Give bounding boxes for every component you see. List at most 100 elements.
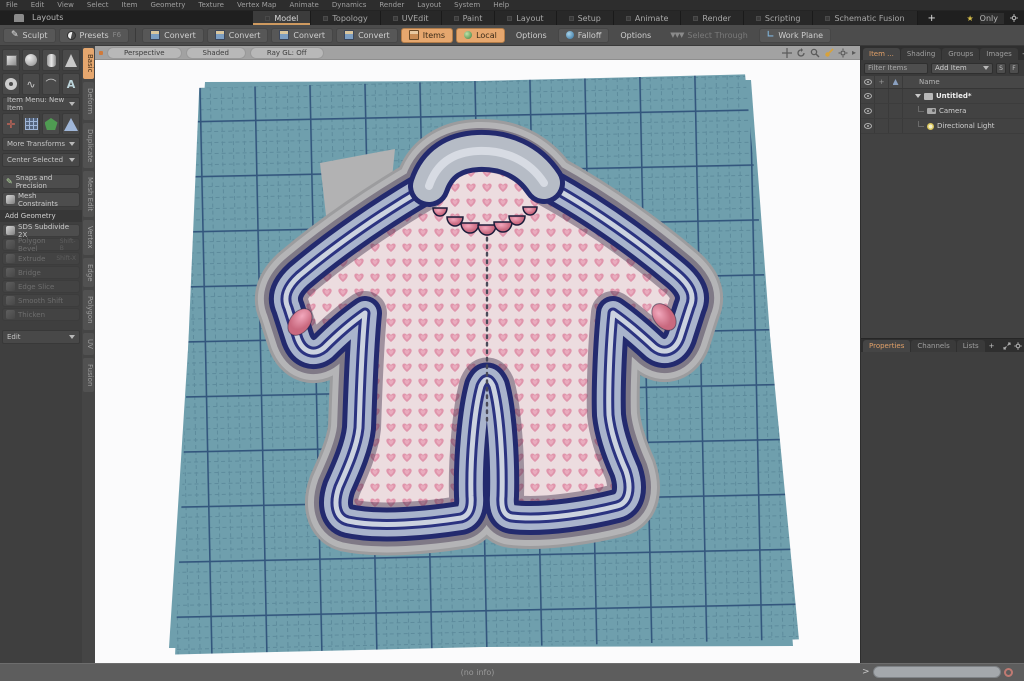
tab-topology[interactable]: Topology xyxy=(311,11,381,25)
menu-help[interactable]: Help xyxy=(493,1,509,9)
disclosure-icon[interactable] xyxy=(915,94,921,98)
raygl-dropdown[interactable]: Ray GL: Off xyxy=(249,46,324,59)
tab-scripting[interactable]: Scripting xyxy=(743,11,814,25)
action-center-button[interactable]: ✛ xyxy=(2,113,20,135)
tool-edge-slice[interactable]: Edge Slice xyxy=(2,280,80,293)
menu-dynamics[interactable]: Dynamics xyxy=(332,1,367,9)
tab-setup[interactable]: Setup xyxy=(556,11,614,25)
tab-item-list[interactable]: Item ... xyxy=(863,47,900,60)
edit-dropdown[interactable]: Edit xyxy=(2,330,80,344)
perspective-dropdown[interactable]: Perspective xyxy=(107,46,182,59)
items-mode-button[interactable]: Items xyxy=(400,27,454,43)
tool-sds-subdivide[interactable]: SDS Subdivide 2X xyxy=(2,223,80,239)
eye-icon[interactable] xyxy=(863,123,872,129)
tab-render[interactable]: Render xyxy=(681,11,744,25)
eye-icon[interactable] xyxy=(863,108,872,114)
vtab-fusion[interactable]: Fusion xyxy=(83,357,94,393)
menu-edit[interactable]: Edit xyxy=(31,1,45,9)
shading-mode-dropdown[interactable]: Shaded xyxy=(185,46,246,59)
cookie-cutter-model[interactable] xyxy=(283,149,692,524)
add-item-dropdown[interactable]: Add Item xyxy=(931,62,993,74)
layouts-button[interactable]: Layouts xyxy=(30,11,73,25)
menu-geometry[interactable]: Geometry xyxy=(150,1,185,9)
tab-model[interactable]: Model xyxy=(253,11,312,25)
text-tool-button[interactable]: A xyxy=(62,73,80,95)
more-transforms-dropdown[interactable]: More Transforms xyxy=(2,137,80,151)
f-button[interactable]: F xyxy=(1009,62,1019,74)
command-input[interactable] xyxy=(872,666,1001,678)
curve-tool-button[interactable]: ⌒ xyxy=(42,73,60,95)
sculpt-button[interactable]: ✎ Sculpt xyxy=(3,27,56,43)
vtab-polygon[interactable]: Polygon xyxy=(83,290,94,330)
menu-layout[interactable]: Layout xyxy=(417,1,441,9)
polygon-tool-button[interactable] xyxy=(42,113,60,135)
menu-file[interactable]: File xyxy=(6,1,18,9)
vtab-vertex[interactable]: Vertex xyxy=(83,220,94,255)
key-icon[interactable] xyxy=(824,47,834,58)
only-toggle[interactable]: Only xyxy=(979,12,1004,24)
convert-button-2[interactable]: Convert xyxy=(206,27,269,43)
record-ring-icon[interactable] xyxy=(1003,667,1013,677)
primitive-sphere-button[interactable] xyxy=(22,49,40,71)
tab-channels[interactable]: Channels xyxy=(911,340,956,352)
tree-row-scene[interactable]: Untitled* xyxy=(861,89,1024,104)
vtab-basic[interactable]: Basic xyxy=(83,48,94,79)
vtab-mesh-edit[interactable]: Mesh Edit xyxy=(83,170,94,218)
convert-button-4[interactable]: Convert xyxy=(336,27,398,43)
add-geometry-header[interactable]: Add Geometry xyxy=(0,210,82,222)
tab-schematic-fusion[interactable]: Schematic Fusion xyxy=(813,11,918,25)
add-panel-tab-button-2[interactable]: + xyxy=(986,340,998,352)
mesh-constraints-button[interactable]: Mesh Constraints xyxy=(2,192,80,208)
item-menu-dropdown[interactable]: Item Menu: New Item xyxy=(2,96,80,112)
tree-row-directional-light[interactable]: Directional Light xyxy=(861,119,1024,134)
viewport-canvas[interactable] xyxy=(95,60,860,663)
tab-properties[interactable]: Properties xyxy=(863,340,911,352)
tool-smooth-shift[interactable]: Smooth Shift xyxy=(2,294,80,307)
menu-select[interactable]: Select xyxy=(87,1,109,9)
options-button-2[interactable]: Options xyxy=(612,28,659,43)
tab-animate[interactable]: Animate xyxy=(613,11,682,25)
tab-lists[interactable]: Lists xyxy=(956,340,985,352)
triangle-mesh-button[interactable] xyxy=(62,113,80,135)
gear-icon[interactable] xyxy=(1010,14,1018,22)
work-plane-button[interactable]: ∟ Work Plane xyxy=(758,27,832,43)
panel-gear-icon[interactable] xyxy=(1014,342,1022,350)
local-mode-button[interactable]: Local xyxy=(456,27,505,43)
vtab-deform[interactable]: Deform xyxy=(83,81,94,120)
primitive-helix-button[interactable]: ∿ xyxy=(22,73,40,95)
snaps-precision-button[interactable]: ✎ Snaps and Precision xyxy=(2,174,80,190)
pan-icon[interactable] xyxy=(781,47,792,58)
tab-groups[interactable]: Groups xyxy=(942,47,980,60)
primitive-cylinder-button[interactable] xyxy=(42,49,60,71)
menu-texture[interactable]: Texture xyxy=(198,1,224,9)
mesh-grid-button[interactable] xyxy=(22,113,40,135)
options-button-1[interactable]: Options xyxy=(508,28,555,43)
center-selected-dropdown[interactable]: Center Selected xyxy=(2,153,80,167)
eye-icon[interactable] xyxy=(863,93,872,99)
tab-images[interactable]: Images xyxy=(980,47,1018,60)
menu-system[interactable]: System xyxy=(454,1,480,9)
tool-polygon-bevel[interactable]: Polygon Bevel Shift-B xyxy=(2,237,80,253)
primitive-torus-button[interactable] xyxy=(2,73,20,95)
tab-paint[interactable]: Paint xyxy=(441,11,496,25)
primitive-cube-button[interactable] xyxy=(2,49,20,71)
menu-view[interactable]: View xyxy=(57,1,74,9)
vtab-duplicate[interactable]: Duplicate xyxy=(83,122,94,168)
convert-button-1[interactable]: Convert xyxy=(142,27,204,43)
tool-bridge[interactable]: Bridge xyxy=(2,266,80,279)
menu-animate[interactable]: Animate xyxy=(289,1,318,9)
tab-uvedit[interactable]: UVEdit xyxy=(380,11,442,25)
s-button[interactable]: S xyxy=(996,62,1006,74)
app-icon[interactable] xyxy=(14,14,24,22)
zoom-icon[interactable] xyxy=(810,48,820,58)
menu-vertex-map[interactable]: Vertex Map xyxy=(237,1,277,9)
vtab-edge[interactable]: Edge xyxy=(83,257,94,288)
menu-item[interactable]: Item xyxy=(122,1,138,9)
menu-render[interactable]: Render xyxy=(379,1,404,9)
falloff-button[interactable]: Falloff xyxy=(557,27,610,43)
vtab-uv[interactable]: UV xyxy=(83,332,94,355)
add-layout-tab-button[interactable]: + xyxy=(918,11,946,25)
tool-thicken[interactable]: Thicken xyxy=(2,308,80,321)
tree-row-camera[interactable]: Camera xyxy=(861,104,1024,119)
viewport-gear-icon[interactable] xyxy=(838,48,848,58)
